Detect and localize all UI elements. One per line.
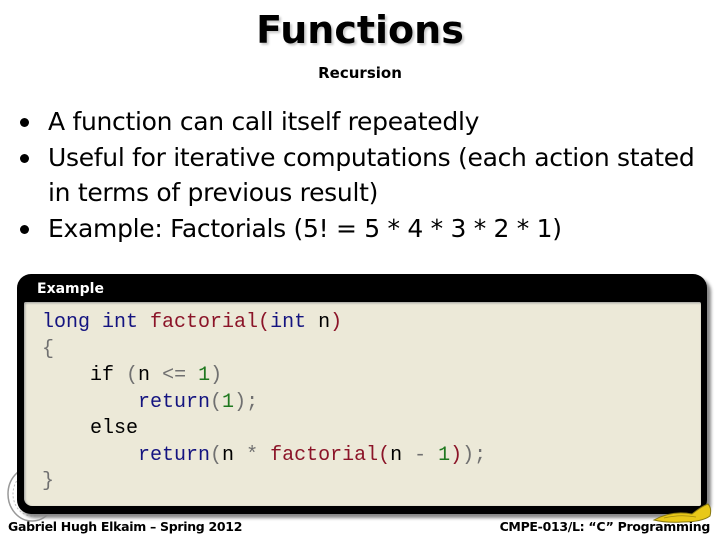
code-token: n xyxy=(138,364,163,387)
code-text: long int factorial(int n) { if (n <= 1) … xyxy=(42,310,486,496)
code-token: <= xyxy=(162,364,199,387)
code-token: ) xyxy=(210,364,223,387)
code-token: ); xyxy=(234,390,259,414)
code-token: { xyxy=(42,337,55,361)
code-token: long int xyxy=(42,311,151,334)
bullet-icon xyxy=(20,225,29,234)
slide-subtitle: Recursion xyxy=(318,64,402,82)
bullet-icon xyxy=(20,118,29,127)
code-token: int xyxy=(270,311,319,334)
code-token: n xyxy=(318,311,331,334)
code-token: n xyxy=(222,443,247,467)
code-token: factorial( xyxy=(150,311,271,334)
code-token: } xyxy=(42,470,55,493)
code-line: return(n * factorial(n - 1)); xyxy=(42,444,486,467)
bullet-text: A function can call itself repeatedly xyxy=(48,107,480,136)
code-token: 1 xyxy=(222,390,235,414)
code-token: return xyxy=(138,390,211,414)
example-box: Example long int factorial(int n) { if (… xyxy=(17,274,707,514)
code-token: ) xyxy=(330,311,343,334)
code-token: ) xyxy=(450,443,463,467)
bullet-item: Useful for iterative computations (each … xyxy=(18,140,708,210)
code-line: return(1); xyxy=(42,391,258,414)
banana-slug-mascot-icon xyxy=(652,503,712,523)
code-token: else xyxy=(90,417,139,440)
footer-author: Gabriel Hugh Elkaim – Spring 2012 xyxy=(8,519,243,534)
code-line: long int factorial(int n) xyxy=(42,311,342,334)
code-line: } xyxy=(42,470,54,493)
example-label: Example xyxy=(37,281,104,297)
bullet-icon xyxy=(20,154,29,163)
code-token: ); xyxy=(462,443,487,467)
code-token: ( xyxy=(210,443,223,467)
code-token: ( xyxy=(210,390,223,414)
slide-title: Functions xyxy=(256,8,464,52)
code-token: n xyxy=(390,443,415,467)
code-token: return xyxy=(138,443,211,467)
bullet-text: Useful for iterative computations (each … xyxy=(48,143,695,207)
code-token: 1 xyxy=(198,364,211,387)
bullet-text: Example: Factorials (5! = 5 * 4 * 3 * 2 … xyxy=(48,214,562,243)
code-line: { xyxy=(42,338,54,361)
code-line: if (n <= 1) xyxy=(42,364,222,387)
code-token: 1 xyxy=(438,443,451,467)
bullet-item: Example: Factorials (5! = 5 * 4 * 3 * 2 … xyxy=(18,211,708,246)
code-line: else xyxy=(42,417,138,440)
code-token: factorial( xyxy=(270,443,391,467)
code-token: if xyxy=(90,364,127,387)
code-token: - xyxy=(414,443,439,467)
code-block: long int factorial(int n) { if (n <= 1) … xyxy=(24,302,701,506)
bullet-list: A function can call itself repeatedly Us… xyxy=(18,104,708,247)
bullet-item: A function can call itself repeatedly xyxy=(18,104,708,139)
code-token: * xyxy=(246,443,271,467)
code-token: ( xyxy=(126,364,139,387)
